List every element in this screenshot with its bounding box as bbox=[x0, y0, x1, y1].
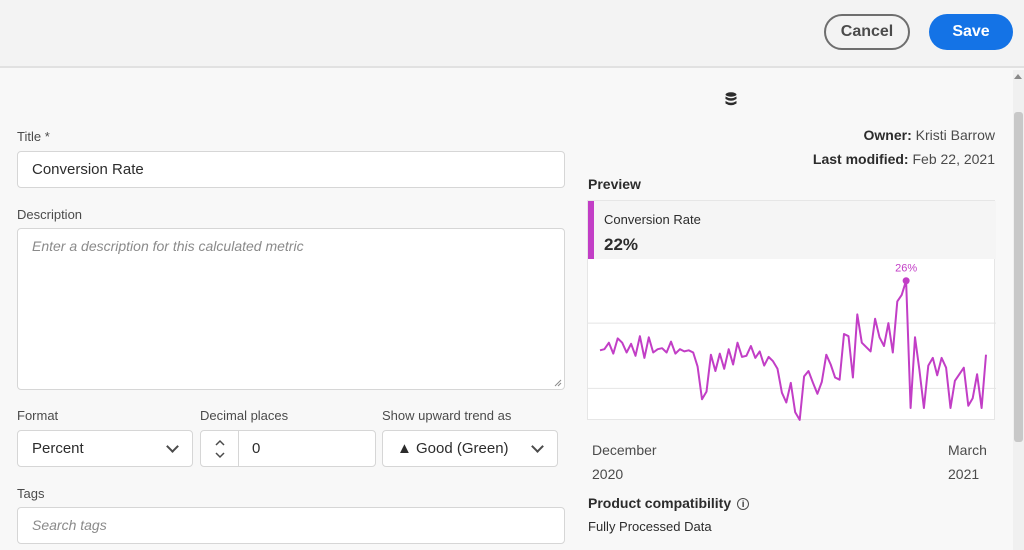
tags-placeholder[interactable]: Search tags bbox=[32, 517, 107, 533]
preview-metric-name: Conversion Rate bbox=[604, 212, 701, 227]
title-label: Title * bbox=[17, 129, 50, 144]
peak-point[interactable] bbox=[902, 277, 910, 285]
decimal-label: Decimal places bbox=[200, 408, 289, 423]
modified-value: Feb 22, 2021 bbox=[912, 151, 995, 167]
preview-title: Preview bbox=[588, 176, 641, 192]
stepper-arrows-icon[interactable] bbox=[213, 437, 227, 461]
format-dropdown[interactable]: Percent bbox=[17, 430, 193, 467]
scrollbar-thumb[interactable] bbox=[1014, 112, 1023, 442]
x-tick-label-end: March 2021 bbox=[948, 438, 987, 486]
save-button[interactable]: Save bbox=[929, 14, 1013, 50]
product-compatibility-label: Product compatibility bbox=[588, 495, 732, 511]
last-modified-info: Last modified: Feb 22, 2021 bbox=[813, 151, 995, 167]
format-value: Percent bbox=[32, 440, 84, 457]
cancel-button[interactable]: Cancel bbox=[824, 14, 910, 50]
x-tick-start-month: December bbox=[592, 442, 657, 458]
trend-label: Show upward trend as bbox=[382, 408, 512, 423]
product-compatibility-value: Fully Processed Data bbox=[588, 519, 712, 534]
chevron-down-icon bbox=[166, 440, 179, 453]
description-field[interactable]: Enter a description for this calculated … bbox=[17, 228, 565, 390]
title-label-text: Title bbox=[17, 129, 42, 144]
preview-accent-bar bbox=[588, 201, 594, 259]
chevron-down-icon bbox=[531, 440, 544, 453]
info-icon[interactable]: i bbox=[737, 498, 750, 510]
x-tick-label-start: December 2020 bbox=[592, 438, 657, 486]
tags-label: Tags bbox=[17, 486, 45, 501]
series-line bbox=[599, 279, 987, 421]
trend-dropdown[interactable]: ▲ Good (Green) bbox=[382, 430, 558, 467]
modified-label: Last modified: bbox=[812, 151, 909, 167]
scroll-up-arrow-icon[interactable] bbox=[1014, 74, 1022, 79]
stepper-divider bbox=[238, 431, 239, 466]
owner-label: Owner: bbox=[863, 127, 912, 143]
preview-header: Conversion Rate 22% bbox=[588, 201, 996, 259]
peak-label: 26% bbox=[895, 263, 917, 275]
owner-value: Kristi Barrow bbox=[915, 127, 995, 143]
title-input-value[interactable]: Conversion Rate bbox=[32, 161, 144, 178]
top-toolbar: Cancel Save bbox=[0, 0, 1024, 68]
x-tick-end-year: 2021 bbox=[948, 466, 980, 482]
x-tick-end-month: March bbox=[948, 442, 987, 458]
trend-value: ▲ Good (Green) bbox=[397, 440, 509, 457]
decimal-value[interactable]: 0 bbox=[252, 440, 260, 457]
title-field[interactable]: Conversion Rate bbox=[17, 151, 565, 188]
format-label: Format bbox=[17, 408, 59, 423]
product-compatibility-title: Product compatibility i bbox=[588, 495, 750, 511]
description-label: Description bbox=[17, 207, 83, 222]
tags-search-field[interactable]: Search tags bbox=[17, 507, 565, 544]
decimal-stepper[interactable]: 0 bbox=[200, 430, 376, 467]
database-icon[interactable] bbox=[725, 92, 737, 106]
resize-handle-icon[interactable] bbox=[554, 379, 562, 387]
preview-metric-value: 22% bbox=[604, 235, 639, 254]
description-placeholder[interactable]: Enter a description for this calculated … bbox=[32, 238, 304, 254]
owner-info: Owner: Kristi Barrow bbox=[864, 127, 995, 143]
editor-panel: Title * Conversion Rate Description Ente… bbox=[0, 70, 1024, 550]
preview-card: Conversion Rate 22% 26% bbox=[587, 200, 996, 421]
x-tick-start-year: 2020 bbox=[592, 466, 624, 482]
trend-chart: 26% bbox=[588, 263, 996, 421]
required-marker: * bbox=[44, 129, 50, 144]
